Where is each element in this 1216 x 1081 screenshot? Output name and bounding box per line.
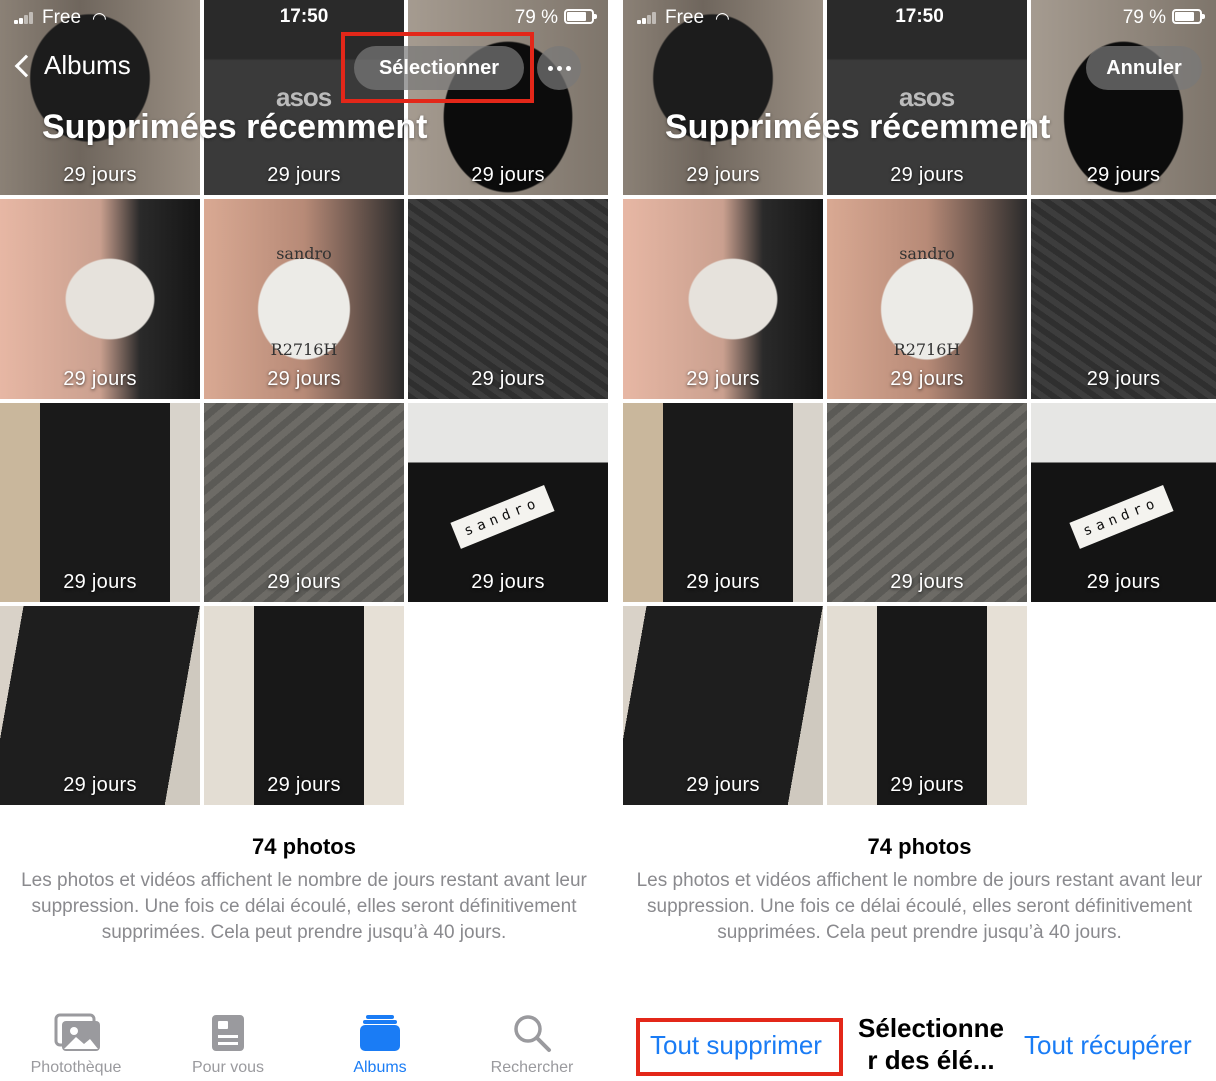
days-remaining-badge: 29 jours bbox=[267, 571, 341, 593]
selection-toolbar: Tout supprimer Sélectionne r des élé... … bbox=[623, 1010, 1216, 1080]
tab-for-you[interactable]: Pour vous bbox=[152, 1005, 304, 1077]
photo-thumbnail[interactable]: 29 jours bbox=[827, 606, 1027, 805]
days-remaining-badge: 29 jours bbox=[267, 368, 341, 390]
recover-all-button[interactable]: Tout récupérer bbox=[1024, 1030, 1192, 1061]
battery-percentage: 79 % bbox=[1122, 7, 1166, 28]
photo-thumbnail[interactable]: 29 jours bbox=[204, 403, 404, 602]
battery-percentage: 79 % bbox=[514, 7, 558, 28]
tab-albums[interactable]: Albums bbox=[304, 1005, 456, 1077]
photo-count: 74 photos bbox=[867, 834, 972, 859]
photo-count: 74 photos bbox=[252, 834, 356, 859]
days-remaining-badge: 29 jours bbox=[686, 368, 760, 390]
days-remaining-badge: 29 jours bbox=[1086, 164, 1161, 186]
for-you-icon bbox=[206, 1013, 250, 1053]
days-remaining-badge: 29 jours bbox=[471, 164, 545, 186]
search-icon bbox=[510, 1013, 554, 1053]
status-bar: Free ◠ 17:50 79 % bbox=[623, 0, 1216, 34]
tab-label: Photothèque bbox=[30, 1059, 122, 1076]
battery-icon bbox=[1172, 9, 1205, 24]
album-summary: 74 photos Les photos et vidéos affichent… bbox=[0, 834, 608, 946]
days-remaining-badge: 29 jours bbox=[890, 368, 964, 390]
days-remaining-badge: 29 jours bbox=[1086, 368, 1161, 390]
days-remaining-badge: 29 jours bbox=[63, 774, 137, 796]
chevron-left-icon bbox=[14, 54, 38, 77]
tab-bar: Photothèque Pour vous Albums Rechercher bbox=[0, 1005, 608, 1081]
days-remaining-badge: 29 jours bbox=[1086, 571, 1161, 593]
right-screen: 29 jours asos 29 jours 29 jours 29 jours… bbox=[623, 0, 1216, 1081]
care-label-ref: R2716H bbox=[893, 340, 961, 359]
battery-icon bbox=[564, 9, 597, 24]
photo-thumbnail[interactable]: 29 jours bbox=[204, 606, 404, 805]
tab-label: Albums bbox=[353, 1059, 407, 1076]
days-remaining-badge: 29 jours bbox=[890, 164, 964, 186]
photo-thumbnail[interactable]: 29 jours bbox=[623, 606, 823, 805]
tab-search[interactable]: Rechercher bbox=[456, 1005, 608, 1077]
sandro-label: sandro bbox=[450, 485, 555, 549]
days-remaining-badge: 29 jours bbox=[267, 774, 341, 796]
photo-thumbnail[interactable]: sandro R2716H 29 jours bbox=[827, 199, 1027, 399]
tab-label: Rechercher bbox=[490, 1059, 574, 1076]
deletion-notice: Les photos et vidéos affichent le nombre… bbox=[636, 870, 1203, 943]
highlight-box bbox=[636, 1018, 843, 1076]
days-remaining-badge: 29 jours bbox=[890, 774, 964, 796]
tab-label: Pour vous bbox=[191, 1059, 265, 1076]
days-remaining-badge: 29 jours bbox=[63, 571, 137, 593]
days-remaining-badge: 29 jours bbox=[686, 571, 760, 593]
photo-library-icon bbox=[54, 1013, 100, 1053]
days-remaining-badge: 29 jours bbox=[63, 164, 137, 186]
status-bar: Free ◠ 17:50 79 % bbox=[0, 0, 608, 34]
photo-thumbnail[interactable]: 29 jours bbox=[408, 199, 608, 399]
photo-thumbnail[interactable]: sandro 29 jours bbox=[408, 403, 608, 602]
highlight-box bbox=[341, 32, 534, 103]
tab-photo-library[interactable]: Photothèque bbox=[0, 1005, 152, 1077]
photo-thumbnail[interactable]: 29 jours bbox=[623, 199, 823, 399]
cancel-button[interactable]: Annuler bbox=[1086, 46, 1202, 90]
days-remaining-badge: 29 jours bbox=[63, 368, 137, 390]
page-title: Supprimées récemment bbox=[42, 108, 428, 146]
back-label: Albums bbox=[44, 50, 131, 80]
photo-thumbnail[interactable]: 29 jours bbox=[1031, 199, 1216, 399]
days-remaining-badge: 29 jours bbox=[890, 571, 964, 593]
albums-icon bbox=[358, 1013, 402, 1053]
select-items-label-line1: Sélectionne bbox=[858, 1013, 1004, 1043]
days-remaining-badge: 29 jours bbox=[686, 774, 760, 796]
photo-thumbnail[interactable]: 29 jours bbox=[0, 199, 200, 399]
days-remaining-badge: 29 jours bbox=[686, 164, 760, 186]
care-label-brand: sandro bbox=[276, 244, 332, 263]
back-button[interactable]: Albums bbox=[12, 50, 131, 81]
care-label-brand: sandro bbox=[899, 244, 955, 263]
days-remaining-badge: 29 jours bbox=[471, 571, 545, 593]
deletion-notice: Les photos et vidéos affichent le nombre… bbox=[21, 870, 587, 943]
care-label-ref: R2716H bbox=[270, 340, 338, 359]
days-remaining-badge: 29 jours bbox=[471, 368, 545, 390]
left-screen: 29 jours asos 29 jours 29 jours 29 jours… bbox=[0, 0, 608, 1081]
photo-thumbnail[interactable]: 29 jours bbox=[0, 606, 200, 805]
ellipsis-icon[interactable] bbox=[537, 46, 581, 90]
days-remaining-badge: 29 jours bbox=[267, 164, 341, 186]
page-title: Supprimées récemment bbox=[665, 108, 1051, 146]
photo-thumbnail[interactable]: sandro R2716H 29 jours bbox=[204, 199, 404, 399]
photo-thumbnail[interactable]: 29 jours bbox=[0, 403, 200, 602]
select-items-button[interactable]: Sélectionne r des élé... bbox=[851, 1012, 1011, 1076]
photo-thumbnail[interactable]: sandro 29 jours bbox=[1031, 403, 1216, 602]
select-items-label-line2: r des élé... bbox=[867, 1045, 995, 1075]
sandro-label: sandro bbox=[1069, 485, 1174, 549]
album-summary: 74 photos Les photos et vidéos affichent… bbox=[623, 834, 1216, 946]
photo-thumbnail[interactable]: 29 jours bbox=[827, 403, 1027, 602]
photo-thumbnail[interactable]: 29 jours bbox=[623, 403, 823, 602]
